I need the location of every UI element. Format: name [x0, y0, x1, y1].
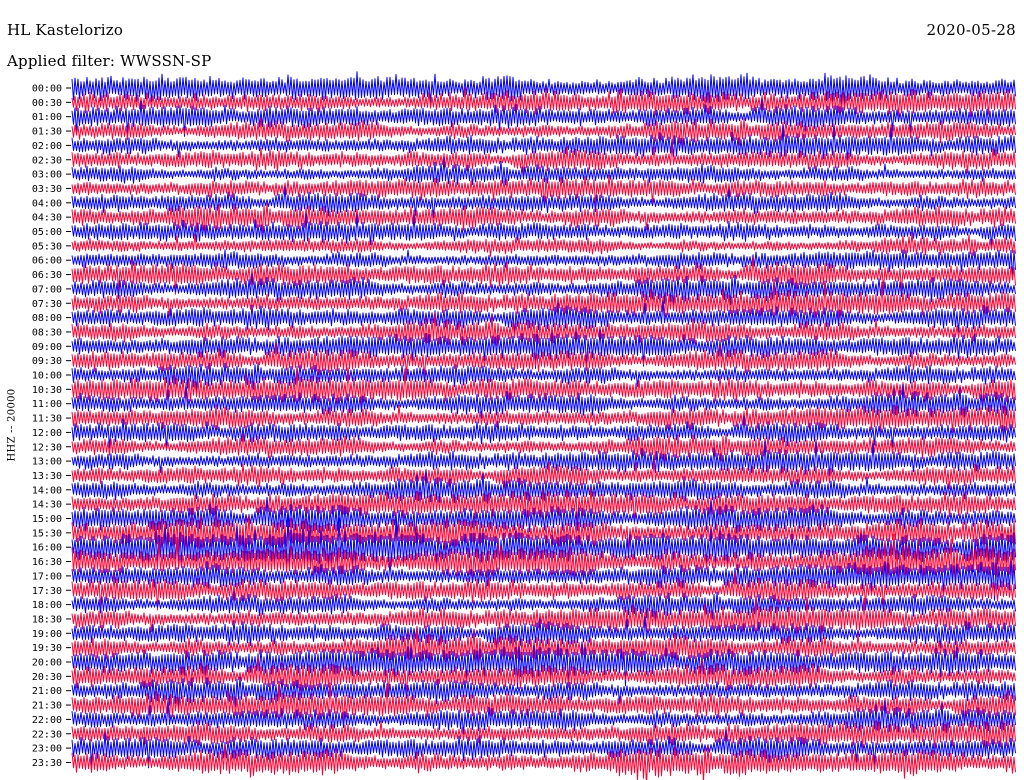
row-time-label: 07:00 — [32, 284, 62, 295]
row-time-label: 20:30 — [32, 672, 62, 683]
row-time-label: 01:30 — [32, 127, 62, 138]
row-time-label: 14:30 — [32, 500, 62, 511]
row-time-label: 13:00 — [32, 457, 62, 468]
row-time-label: 03:00 — [32, 170, 62, 181]
row-time-label: 06:00 — [32, 256, 62, 267]
row-time-label: 09:30 — [32, 356, 62, 367]
row-time-label: 08:00 — [32, 313, 62, 324]
row-time-label: 04:00 — [32, 198, 62, 209]
row-time-label: 12:00 — [32, 428, 62, 439]
row-time-label: 04:30 — [32, 213, 62, 224]
row-time-label: 19:30 — [32, 643, 62, 654]
row-time-label: 08:30 — [32, 327, 62, 338]
row-time-label: 22:00 — [32, 715, 62, 726]
row-time-label: 10:30 — [32, 385, 62, 396]
row-time-label: 00:30 — [32, 98, 62, 109]
row-time-label: 00:00 — [32, 84, 62, 95]
row-time-label: 22:30 — [32, 729, 62, 740]
row-time-label: 05:00 — [32, 227, 62, 238]
helicorder-plot: 00:00 00:30 01:00 01:30 02:00 02:30 03:00 03:30… — [32, 71, 1016, 780]
row-time-label: 12:30 — [32, 442, 62, 453]
row-time-label: 16:00 — [32, 543, 62, 554]
row-time-label: 23:00 — [32, 744, 62, 755]
row-time-label: 10:00 — [32, 371, 62, 382]
row-time-label: 11:30 — [32, 414, 62, 425]
row-time-label: 02:00 — [32, 141, 62, 152]
row-time-label: 13:30 — [32, 471, 62, 482]
row-time-label: 20:00 — [32, 658, 62, 669]
row-time-label: 05:30 — [32, 241, 62, 252]
row-time-label: 15:30 — [32, 528, 62, 539]
row-time-label: 11:00 — [32, 399, 62, 410]
row-time-label: 02:30 — [32, 155, 62, 166]
row-time-label: 03:30 — [32, 184, 62, 195]
row-time-label: 19:00 — [32, 629, 62, 640]
row-time-label: 18:30 — [32, 614, 62, 625]
row-time-label: 09:00 — [32, 342, 62, 353]
row-time-label: 01:00 — [32, 112, 62, 123]
row-time-label: 07:30 — [32, 299, 62, 310]
row-time-label: 17:30 — [32, 586, 62, 597]
row-time-label: 18:00 — [32, 600, 62, 611]
row-time-label: 06:30 — [32, 270, 62, 281]
row-time-label: 14:00 — [32, 485, 62, 496]
row-time-label: 15:00 — [32, 514, 62, 525]
row-time-label: 21:30 — [32, 701, 62, 712]
row-time-label: 23:30 — [32, 758, 62, 769]
row-time-label: 16:30 — [32, 557, 62, 568]
row-time-label: 17:00 — [32, 571, 62, 582]
row-time-label: 21:00 — [32, 686, 62, 697]
